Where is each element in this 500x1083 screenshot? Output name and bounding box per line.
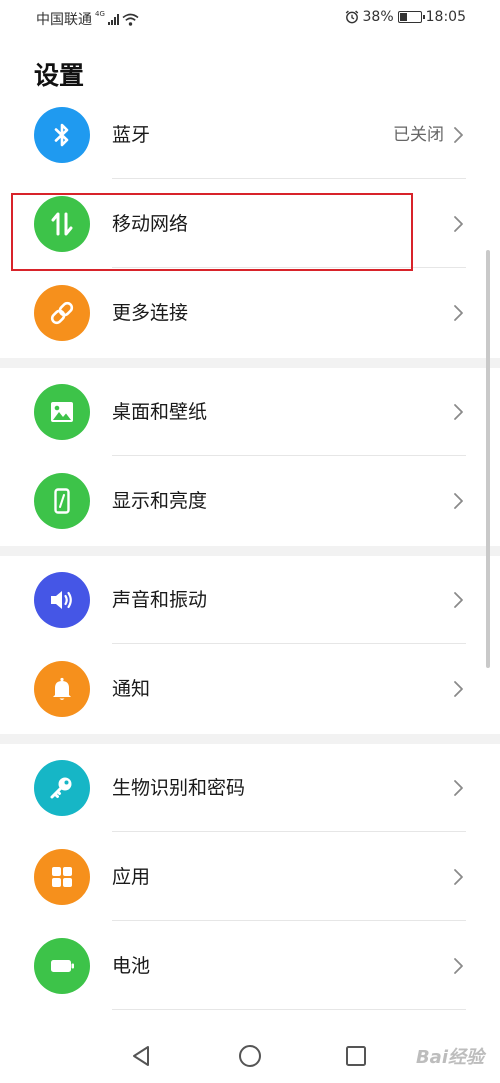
chevron-right-icon <box>453 403 464 421</box>
settings-item-wallpaper[interactable]: 桌面和壁纸 <box>0 368 500 456</box>
row-divider <box>112 920 466 921</box>
settings-item-label: 电池 <box>112 955 151 977</box>
chevron-right-icon <box>453 680 464 698</box>
battery-status-icon <box>397 11 425 23</box>
clock: 18:05 <box>425 9 466 25</box>
alarm-icon <box>345 10 358 24</box>
row-divider <box>112 178 466 179</box>
status-bar: 中国联通 4G 38% 18:05 <box>0 0 500 34</box>
settings-item-more-connections[interactable]: 更多连接 <box>0 269 500 357</box>
speaker-icon <box>34 572 90 628</box>
recents-icon[interactable] <box>342 1042 370 1070</box>
battery-icon <box>34 938 90 994</box>
settings-item-biometrics[interactable]: 生物识别和密码 <box>0 744 500 832</box>
settings-item-label: 通知 <box>112 678 151 700</box>
page-title: 设置 <box>34 61 85 90</box>
status-left: 中国联通 4G <box>36 9 139 29</box>
image-icon <box>34 384 90 440</box>
settings-item-value: 已关闭 <box>393 125 444 145</box>
scrollbar[interactable] <box>486 250 490 668</box>
chevron-right-icon <box>453 492 464 510</box>
chevron-right-icon <box>453 779 464 797</box>
back-icon[interactable] <box>128 1042 156 1070</box>
chevron-right-icon <box>453 304 464 322</box>
settings-item-bluetooth[interactable]: 蓝牙 已关闭 <box>0 91 500 179</box>
settings-item-label: 声音和振动 <box>112 589 208 611</box>
chevron-right-icon <box>453 126 464 144</box>
row-divider <box>112 643 466 644</box>
key-icon <box>34 760 90 816</box>
carrier-name: 中国联通 <box>36 12 92 28</box>
chevron-right-icon <box>453 868 464 886</box>
network-type: 4G <box>95 10 105 18</box>
signal-icon <box>107 13 119 25</box>
bell-icon <box>34 661 90 717</box>
settings-item-label: 应用 <box>112 866 151 888</box>
group-separator <box>0 546 500 556</box>
link-icon <box>34 285 90 341</box>
chevron-right-icon <box>453 591 464 609</box>
settings-item-apps[interactable]: 应用 <box>0 833 500 921</box>
battery-percent: 38% <box>362 9 394 25</box>
row-divider <box>112 831 466 832</box>
settings-item-label: 生物识别和密码 <box>112 777 246 799</box>
group-separator <box>0 358 500 368</box>
row-divider <box>112 1009 466 1010</box>
settings-item-notifications[interactable]: 通知 <box>0 645 500 733</box>
home-icon[interactable] <box>236 1042 264 1070</box>
phone-brightness-icon <box>34 473 90 529</box>
bluetooth-icon <box>34 107 90 163</box>
settings-item-display[interactable]: 显示和亮度 <box>0 457 500 545</box>
settings-item-sound[interactable]: 声音和振动 <box>0 556 500 644</box>
highlight-box <box>11 193 413 271</box>
settings-item-label: 蓝牙 <box>112 124 151 146</box>
settings-item-battery[interactable]: 电池 <box>0 922 500 1010</box>
apps-grid-icon <box>34 849 90 905</box>
wifi-icon <box>122 13 139 26</box>
group-separator <box>0 734 500 744</box>
watermark: Bai经验 <box>415 1047 484 1068</box>
row-divider <box>112 455 466 456</box>
settings-item-label: 桌面和壁纸 <box>112 401 208 423</box>
chevron-right-icon <box>453 957 464 975</box>
status-right: 38% 18:05 <box>345 9 466 25</box>
settings-item-label: 更多连接 <box>112 302 189 324</box>
settings-item-label: 显示和亮度 <box>112 490 208 512</box>
chevron-right-icon <box>453 215 464 233</box>
